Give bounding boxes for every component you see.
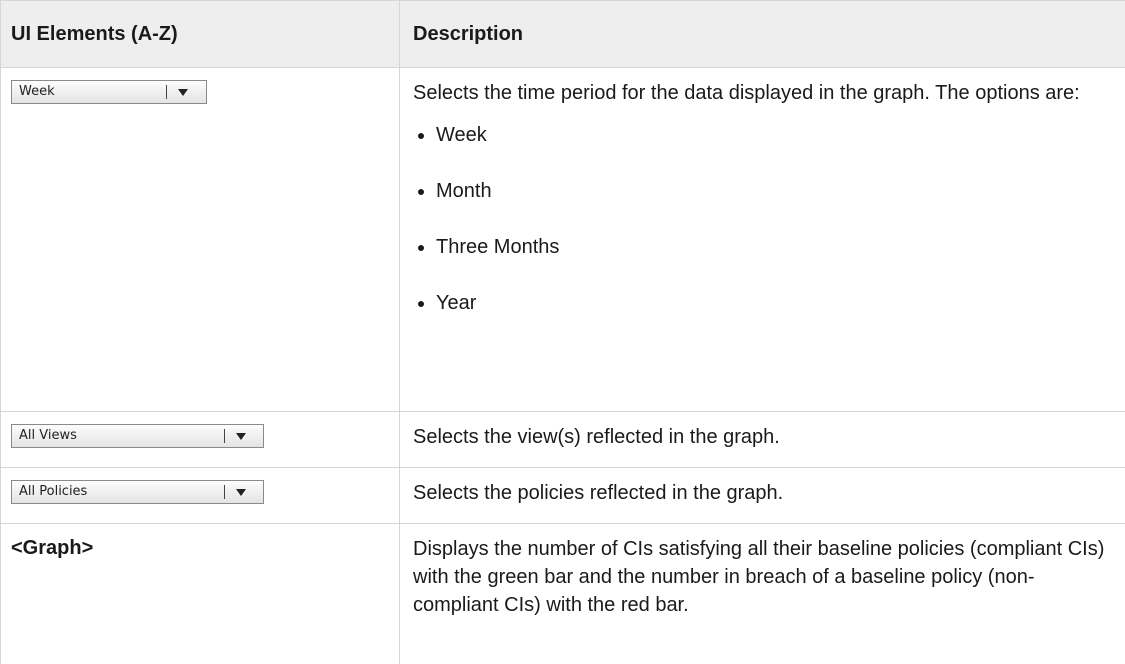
description-text: Displays the number of CIs satisfying al… <box>400 524 1125 619</box>
table-row: All Policies Selects the policies reflec… <box>1 468 1125 524</box>
policies-dropdown[interactable]: All Policies <box>11 480 264 504</box>
list-item: Three Months <box>413 233 1113 289</box>
ui-element-cell: Week <box>1 68 400 412</box>
dropdown-separator <box>224 429 225 443</box>
option-label: Month <box>436 177 492 205</box>
views-dropdown[interactable]: All Views <box>11 424 264 448</box>
bullet-icon <box>418 189 424 195</box>
description-cell: Displays the number of CIs satisfying al… <box>400 524 1125 664</box>
graph-element-label: <Graph> <box>1 524 399 562</box>
chevron-down-icon[interactable] <box>236 433 246 440</box>
table-header-row: UI Elements (A-Z) Description <box>1 1 1125 68</box>
option-label: Year <box>436 289 476 317</box>
chevron-down-icon[interactable] <box>178 89 188 96</box>
bullet-icon <box>418 133 424 139</box>
header-ui-elements: UI Elements (A-Z) <box>1 1 400 68</box>
bullet-icon <box>418 245 424 251</box>
views-dropdown-value: All Views <box>19 428 77 444</box>
description-text: Selects the time period for the data dis… <box>413 79 1113 107</box>
description-cell: Selects the view(s) reflected in the gra… <box>400 412 1125 468</box>
header-description: Description <box>400 1 1125 68</box>
ui-element-cell: <Graph> <box>1 524 400 664</box>
ui-element-cell: All Views <box>1 412 400 468</box>
options-list: Week Month Three Months Year <box>413 121 1113 345</box>
table-row: All Views Selects the view(s) reflected … <box>1 412 1125 468</box>
table-row: <Graph> Displays the number of CIs satis… <box>1 524 1125 664</box>
time-period-dropdown-value: Week <box>19 84 55 100</box>
header-description-label: Description <box>400 23 1125 46</box>
ui-elements-table: UI Elements (A-Z) Description Week Selec… <box>0 0 1125 664</box>
policies-dropdown-value: All Policies <box>19 484 87 500</box>
list-item: Month <box>413 177 1113 233</box>
description-text: Selects the view(s) reflected in the gra… <box>400 412 1125 451</box>
description-cell: Selects the policies reflected in the gr… <box>400 468 1125 524</box>
header-ui-elements-label: UI Elements (A-Z) <box>1 23 399 46</box>
time-period-dropdown[interactable]: Week <box>11 80 207 104</box>
chevron-down-icon[interactable] <box>236 489 246 496</box>
table-row: Week Selects the time period for the dat… <box>1 68 1125 412</box>
dropdown-separator <box>166 85 167 99</box>
option-label: Three Months <box>436 233 559 261</box>
option-label: Week <box>436 121 487 149</box>
description-text: Selects the policies reflected in the gr… <box>400 468 1125 507</box>
list-item: Year <box>413 289 1113 345</box>
ui-element-cell: All Policies <box>1 468 400 524</box>
dropdown-separator <box>224 485 225 499</box>
bullet-icon <box>418 301 424 307</box>
description-cell: Selects the time period for the data dis… <box>400 68 1125 412</box>
list-item: Week <box>413 121 1113 177</box>
